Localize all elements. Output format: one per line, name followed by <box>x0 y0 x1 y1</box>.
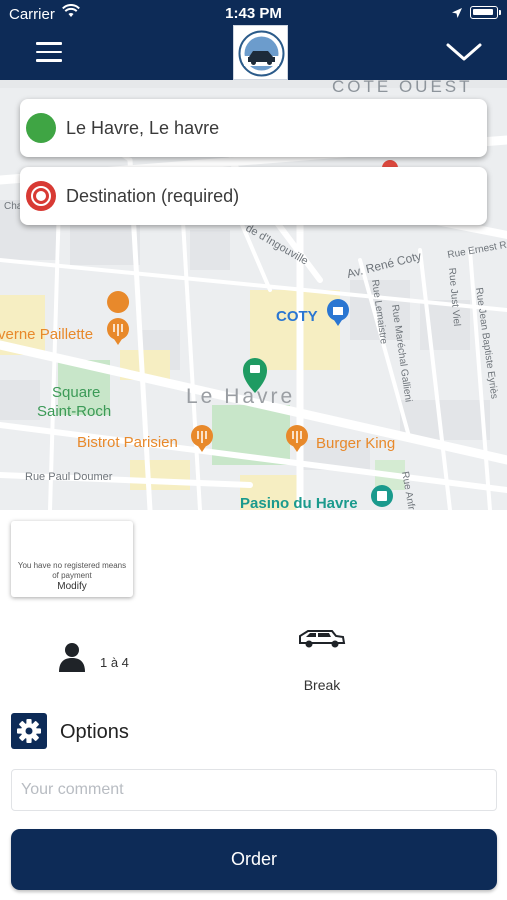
location-arrow-icon <box>451 6 463 23</box>
options-label: Options <box>60 721 129 743</box>
pickup-address-card[interactable]: Le Havre, Le havre <box>20 99 487 157</box>
status-bar: Carrier 1:43 PM <box>0 0 507 28</box>
map-label-city: Le Havre <box>186 385 295 408</box>
taxi-booking-screen: Carrier 1:43 PM CÔTE OUEST Le Havre Squa… <box>0 0 507 900</box>
order-button[interactable]: Order <box>11 829 497 890</box>
map-label-paillette: verne Paillette <box>0 326 93 343</box>
map-label-pasino: Pasino du Havre <box>240 495 358 510</box>
destination-address-card[interactable]: Destination (required) <box>20 167 487 225</box>
destination-placeholder-text: Destination (required) <box>66 185 240 206</box>
pickup-address-text: Le Havre, Le havre <box>66 117 220 138</box>
hamburger-menu-icon[interactable] <box>36 42 64 62</box>
options-row[interactable]: Options <box>11 713 211 749</box>
check-circle-icon <box>21 102 56 143</box>
map-view[interactable]: CÔTE OUEST Le Havre Square Saint-Roch CO… <box>0 80 507 510</box>
passenger-count[interactable]: 1 à 4 <box>57 642 147 674</box>
record-dot-icon <box>26 181 56 211</box>
person-icon <box>59 643 85 672</box>
chevron-down-icon[interactable] <box>444 38 484 66</box>
map-label-bistrot: Bistrot Parisien <box>77 434 178 451</box>
payment-message: You have no registered means of payment <box>17 561 127 580</box>
gear-icon <box>11 713 47 749</box>
passenger-count-label: 1 à 4 <box>100 655 129 670</box>
modify-payment-link[interactable]: Modify <box>11 581 133 592</box>
vehicle-type-label: Break <box>303 677 341 693</box>
company-logo <box>233 25 288 80</box>
casino-poi-icon[interactable] <box>371 485 393 507</box>
hearse-car-icon[interactable] <box>298 628 346 650</box>
comment-input[interactable] <box>11 769 497 811</box>
map-label-district: CÔTE OUEST <box>332 80 473 96</box>
payment-method-card[interactable]: You have no registered means of payment … <box>11 521 133 597</box>
map-label-rue-paul-doumer: Rue Paul Doumer <box>25 471 113 483</box>
battery-tip <box>499 10 501 15</box>
battery-icon <box>470 6 498 19</box>
map-label-square-1: Square <box>52 384 100 401</box>
map-label-square-2: Saint-Roch <box>37 403 111 420</box>
clock-time: 1:43 PM <box>225 5 282 22</box>
map-label-coty: COTY <box>276 308 318 325</box>
top-bar: Carrier 1:43 PM <box>0 0 507 80</box>
map-label-burger: Burger King <box>316 435 395 452</box>
